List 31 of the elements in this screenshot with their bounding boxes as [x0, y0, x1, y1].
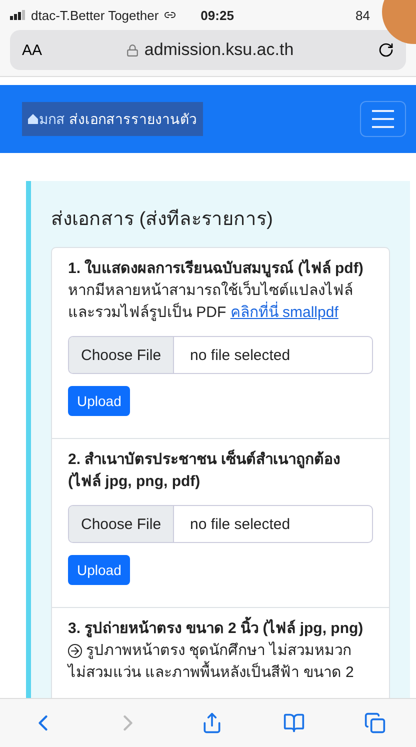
choose-file-button[interactable]: Choose File — [69, 506, 174, 542]
clock-time: 09:25 — [200, 8, 234, 22]
url-text: admission.ksu.ac.th — [144, 40, 294, 60]
battery-percent: 84 — [356, 8, 370, 22]
address-bar[interactable]: AA admission.ksu.ac.th — [10, 30, 406, 70]
bookmarks-icon[interactable] — [282, 712, 305, 734]
reload-icon[interactable] — [378, 42, 394, 58]
site-title: ส่งเอกสารรายงานตัว — [69, 110, 197, 129]
file-status: no file selected — [189, 514, 292, 534]
link-icon — [164, 9, 176, 21]
arrow-circle-icon — [68, 644, 82, 658]
choose-file-button[interactable]: Choose File — [69, 337, 174, 373]
file-input[interactable]: Choose File no file selected — [68, 336, 373, 374]
panel-heading: ส่งเอกสาร (ส่งทีละรายการ) — [51, 208, 274, 232]
document-description: 2. สำเนาบัตรประชาชน เซ็นต์สำเนาถูกต้อง (ไฟล์ jpg, png, pdf) — [68, 449, 341, 492]
house-icon — [28, 114, 38, 124]
file-input[interactable]: Choose File no file selected — [68, 505, 373, 543]
carrier-name: dtac-T.Better Together — [31, 8, 159, 22]
upload-button[interactable]: Upload — [68, 386, 130, 416]
smallpdf-link[interactable]: คลิกที่นี่ smallpdf — [230, 304, 338, 321]
document-description: 3. รูปถ่ายหน้าตรง ขนาด 2 นิ้ว (ไฟล์ jpg, png) รูปภาพหน้าตรง ชุดนักศึกษา ไม่สวมหมวก ไม่สวมแว่น และภาพพื้นหลังเป็นสีฟ้า ขนาด 2 — [68, 618, 373, 684]
text-size-button[interactable]: AA — [22, 42, 42, 58]
brand-link[interactable]: มกส ส่งเอกสารรายงานตัว — [22, 102, 203, 136]
signal-icon — [10, 10, 26, 20]
file-status: no file selected — [189, 346, 292, 366]
document-description: 1. ใบแสดงผลการเรียนฉบับสมบูรณ์ (ไฟล์ pdf) หากมีหลายหน้าสามารถใช้เว็บไซต์แปลงไฟล์และรวมไฟล์รูปเป็น PDF คลิกที่นี่ smallpdf — [68, 258, 364, 323]
tabs-icon[interactable] — [364, 712, 386, 734]
upload-button[interactable]: Upload — [68, 555, 130, 585]
menu-button[interactable] — [360, 101, 406, 137]
logo-text: มกส — [39, 110, 65, 129]
lock-icon — [126, 44, 140, 56]
